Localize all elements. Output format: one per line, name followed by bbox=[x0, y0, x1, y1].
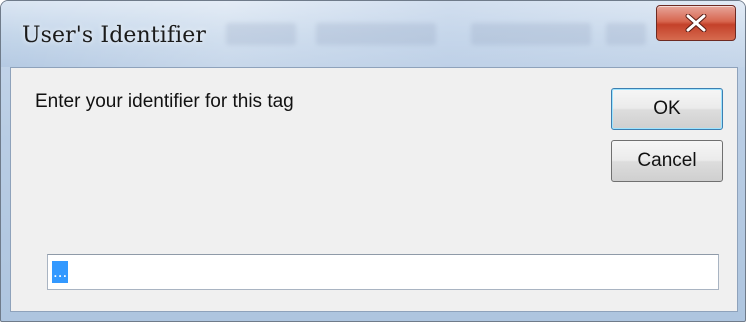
ok-button[interactable]: OK bbox=[611, 88, 723, 130]
background-blur bbox=[471, 23, 591, 45]
background-blur bbox=[606, 23, 646, 45]
dialog-window: User's Identifier Enter your identifier … bbox=[0, 0, 746, 322]
background-blur bbox=[226, 23, 296, 45]
identifier-input[interactable]: ... bbox=[47, 254, 719, 290]
selected-text: ... bbox=[52, 261, 69, 283]
dialog-body: Enter your identifier for this tag OK Ca… bbox=[10, 67, 738, 312]
close-icon bbox=[685, 14, 707, 32]
close-button[interactable] bbox=[656, 5, 736, 41]
background-blur bbox=[316, 23, 436, 45]
window-title: User's Identifier bbox=[22, 23, 206, 48]
prompt-label: Enter your identifier for this tag bbox=[35, 91, 294, 112]
cancel-button[interactable]: Cancel bbox=[611, 140, 723, 182]
title-bar[interactable]: User's Identifier bbox=[1, 1, 745, 67]
